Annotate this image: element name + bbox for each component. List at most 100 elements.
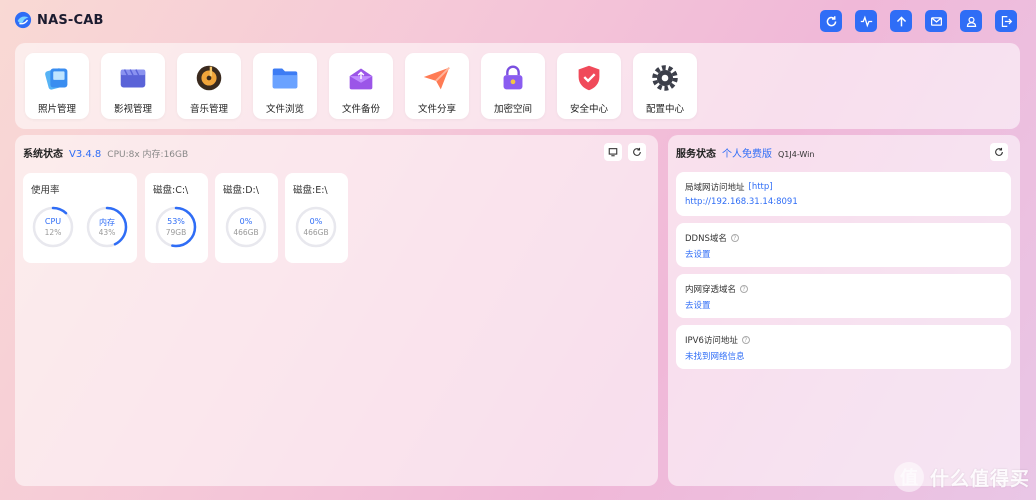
refresh-icon [633,147,641,156]
app-file-share[interactable]: 文件分享 [405,53,469,119]
gauge-size: 466GB [233,228,259,237]
share-icon [423,66,450,90]
app-config-center[interactable]: 配置中心 [633,53,697,119]
app-security-center[interactable]: 安全中心 [557,53,621,119]
cpu-gauge: CPU 12% [32,206,74,248]
activity-button[interactable] [855,10,877,32]
upload-icon [896,15,906,26]
app-label: 文件备份 [341,104,380,115]
usage-card: 使用率 CPU 12% 内存 43% [23,173,137,263]
refresh-button[interactable] [820,10,842,32]
app-title: NAS-CAB [37,12,104,28]
panel-title: 系统状态 [23,149,63,160]
logo-icon [14,11,32,29]
help-icon[interactable]: ? [740,285,749,293]
app-label: 音乐管理 [189,104,228,115]
disk-card-d: 磁盘:D:\ 0% 466GB [215,173,278,263]
refresh-icon [995,147,1003,156]
gauge-percent: 53% [167,217,185,226]
monitor-button[interactable] [604,143,622,161]
app-music-manager[interactable]: 音乐管理 [177,53,241,119]
logout-icon [1001,15,1012,27]
app-logo[interactable]: NAS-CAB [14,11,104,29]
app-photo-manager[interactable]: 照片管理 [25,53,89,119]
photo-icon [45,68,68,90]
help-icon[interactable]: ? [741,336,750,344]
disk-title: 磁盘:E:\ [293,185,328,196]
shield-icon [578,65,600,91]
app-video-manager[interactable]: 影视管理 [101,53,165,119]
top-bar: NAS-CAB [0,0,1036,42]
gear-icon [652,65,678,91]
app-launcher: 照片管理 影视管理 音乐管理 文件浏览 文件备份 文件分享 加密空间 安全中心 … [15,43,1020,129]
gauge-value: 43% [98,228,116,237]
device-name: Q1J4-Win [778,150,815,159]
watermark-logo: 值 [893,462,924,492]
item-label: 局域网访问地址 [685,183,745,193]
ipv6-item: IPV6访问地址 ? 未找到网络信息 [676,325,1011,369]
gauge-percent: 0% [239,217,253,226]
lan-address-item: 局域网访问地址 [http] http://192.168.31.14:8091 [676,172,1011,216]
app-label: 安全中心 [569,104,608,115]
memory-gauge: 内存 43% [86,206,128,248]
panel-title: 服务状态 [676,149,716,160]
gauge-label: CPU [44,217,62,226]
monitor-icon [608,148,618,157]
app-label: 配置中心 [645,104,684,115]
ipv6-status: 未找到网络信息 [685,352,745,362]
user-button[interactable] [960,10,982,32]
gauge-percent: 0% [309,217,323,226]
disk-card-e: 磁盘:E:\ 0% 466GB [285,173,348,263]
mail-button[interactable] [925,10,947,32]
item-label: DDNS域名 [685,234,727,244]
tunnel-setup-link[interactable]: 去设置 [685,299,711,311]
ddns-item: DDNS域名 ? 去设置 [676,223,1011,267]
app-file-browser[interactable]: 文件浏览 [253,53,317,119]
disk-title: 磁盘:C:\ [153,185,189,196]
backup-icon [349,68,373,90]
disk-gauge: 0% 466GB [295,206,337,248]
ddns-setup-link[interactable]: 去设置 [685,248,711,260]
user-icon [966,16,976,27]
service-status-panel: 服务状态 个人免费版 Q1J4-Win 局域网访问地址 [http] http:… [668,135,1020,486]
app-file-backup[interactable]: 文件备份 [329,53,393,119]
app-label: 照片管理 [37,104,76,115]
watermark: 值 什么值得买 [893,462,1030,492]
gauge-size: 79GB [165,228,187,237]
watermark-text: 什么值得买 [929,467,1030,490]
activity-icon [860,14,872,28]
mail-icon [930,16,942,26]
folder-icon [272,68,298,89]
service-refresh-button[interactable] [990,143,1008,161]
refresh-icon [826,15,836,26]
app-label: 加密空间 [493,104,532,115]
system-status-panel: 系统状态 V3.4.8 CPU:8x 内存:16GB 使用率 CPU 12% 内… [15,135,658,486]
video-icon [120,69,146,88]
lan-address-link[interactable]: http://192.168.31.14:8091 [685,197,798,207]
app-label: 影视管理 [113,104,152,115]
music-icon [196,65,222,91]
protocol-tag: [http] [748,182,773,192]
disk-gauge: 53% 79GB [155,206,197,248]
upload-button[interactable] [890,10,912,32]
gauge-label: 内存 [99,218,115,227]
plan-label: 个人免费版 [722,149,772,160]
lock-icon [503,65,523,90]
item-label: 内网穿透域名 [685,285,737,295]
hardware-specs: CPU:8x 内存:16GB [107,150,189,160]
gauge-value: 12% [44,228,62,237]
app-label: 文件浏览 [265,104,304,115]
disk-title: 磁盘:D:\ [223,185,259,196]
item-label: IPV6访问地址 [685,336,738,346]
app-label: 文件分享 [417,104,456,115]
version-label: V3.4.8 [69,149,102,160]
card-title: 使用率 [31,185,60,196]
system-refresh-button[interactable] [628,143,646,161]
logout-button[interactable] [995,10,1017,32]
help-icon[interactable]: ? [730,234,739,242]
disk-gauge: 0% 466GB [225,206,267,248]
disk-card-c: 磁盘:C:\ 53% 79GB [145,173,208,263]
app-encrypted-space[interactable]: 加密空间 [481,53,545,119]
tunnel-domain-item: 内网穿透域名 ? 去设置 [676,274,1011,318]
gauge-size: 466GB [303,228,329,237]
